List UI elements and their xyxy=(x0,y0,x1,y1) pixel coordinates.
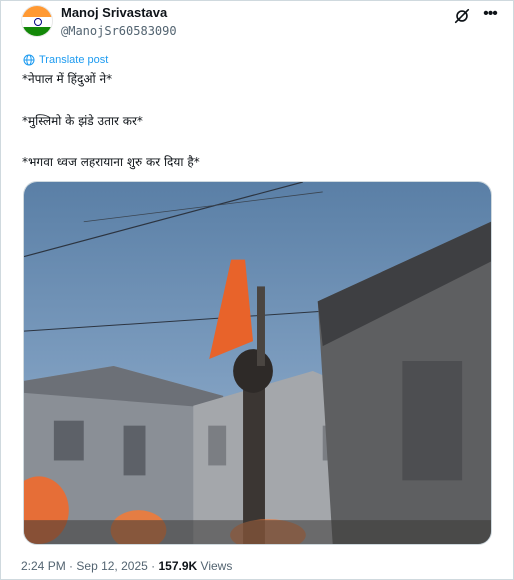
grok-icon[interactable] xyxy=(453,7,471,25)
post-time[interactable]: 2:24 PM xyxy=(21,559,66,573)
video-frame xyxy=(24,182,491,544)
flag-green-band xyxy=(22,27,52,36)
window xyxy=(208,425,227,466)
post-header: Manoj Srivastava @ManojSr60583090 ••• xyxy=(21,5,501,45)
post-card: Manoj Srivastava @ManojSr60583090 ••• Tr… xyxy=(0,0,514,580)
globe-icon xyxy=(23,54,35,66)
views-count: 157.9K xyxy=(158,559,198,573)
more-options-icon[interactable]: ••• xyxy=(479,5,501,27)
flagpole xyxy=(257,286,265,366)
author-name[interactable]: Manoj Srivastava xyxy=(61,5,167,21)
post-text-line: *नेपाल में हिंदुओं ने* xyxy=(22,72,113,86)
flag-saffron-band xyxy=(22,6,52,17)
meta-separator: · xyxy=(69,559,74,573)
window xyxy=(53,420,84,461)
translate-post-link[interactable]: Translate post xyxy=(23,53,108,67)
post-meta: 2:24 PM · Sep 12, 2025 · 157.9K Views xyxy=(21,559,232,573)
post-text-line: *भगवा ध्वज लहरायाना शुरु कर दिया है* xyxy=(22,155,200,169)
views-label: Views xyxy=(200,559,233,573)
meta-separator: · xyxy=(151,559,156,573)
person-silhouette xyxy=(233,349,273,393)
ashoka-chakra-icon xyxy=(34,18,42,26)
window xyxy=(123,425,146,476)
post-text-line: *मुस्लिमो के झंडे उतार कर* xyxy=(22,114,143,128)
post-video[interactable] xyxy=(23,181,492,545)
translate-label[interactable]: Translate post xyxy=(39,54,108,66)
avatar[interactable] xyxy=(21,5,53,37)
post-date[interactable]: Sep 12, 2025 xyxy=(76,559,147,573)
ground-shadow xyxy=(24,520,491,544)
building-right-balcony xyxy=(402,361,463,481)
author-handle[interactable]: @ManojSr60583090 xyxy=(61,23,177,39)
